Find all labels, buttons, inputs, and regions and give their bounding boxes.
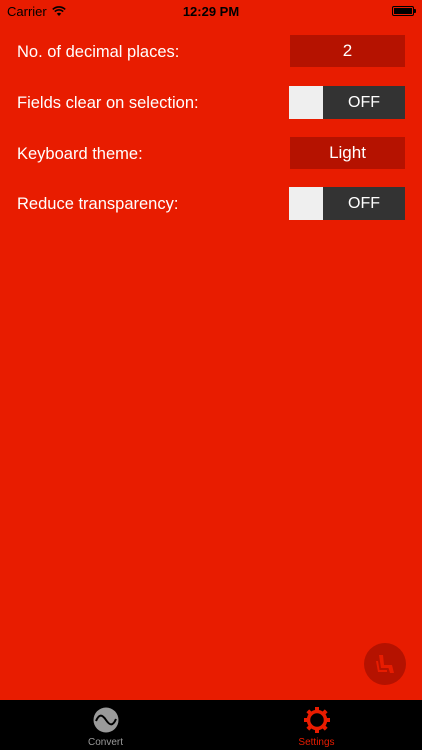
convert-icon xyxy=(93,707,118,733)
seat-button[interactable] xyxy=(364,643,406,685)
setting-row-keyboard-theme: Keyboard theme: Light xyxy=(0,137,422,171)
status-bar: Carrier 12:29 PM xyxy=(0,0,422,22)
toggle-state: OFF xyxy=(323,187,405,220)
keyboard-theme-value[interactable]: Light xyxy=(290,137,405,169)
tab-convert[interactable]: Convert xyxy=(0,700,211,750)
tab-settings-label: Settings xyxy=(298,737,335,748)
battery-icon xyxy=(392,6,416,16)
reduce-transparency-toggle[interactable]: OFF xyxy=(289,187,405,220)
setting-row-decimal-places: No. of decimal places: 2 xyxy=(0,35,422,69)
fields-clear-label: Fields clear on selection: xyxy=(17,94,199,112)
gear-icon xyxy=(303,707,330,733)
tab-convert-label: Convert xyxy=(87,737,123,748)
toggle-knob xyxy=(289,187,323,220)
tab-settings[interactable]: Settings xyxy=(211,700,422,750)
toggle-knob xyxy=(289,86,323,119)
decimal-places-value[interactable]: 2 xyxy=(290,35,405,67)
setting-row-fields-clear: Fields clear on selection: OFF xyxy=(0,86,422,120)
reduce-transparency-label: Reduce transparency: xyxy=(17,195,179,213)
status-time: 12:29 PM xyxy=(182,4,240,19)
tab-bar: Convert Settings xyxy=(0,700,422,750)
fields-clear-toggle[interactable]: OFF xyxy=(289,86,405,119)
toggle-state: OFF xyxy=(323,86,405,119)
seat-icon xyxy=(376,655,394,673)
keyboard-theme-label: Keyboard theme: xyxy=(17,145,143,163)
setting-row-reduce-transparency: Reduce transparency: OFF xyxy=(0,187,422,221)
decimal-places-label: No. of decimal places: xyxy=(17,43,180,61)
